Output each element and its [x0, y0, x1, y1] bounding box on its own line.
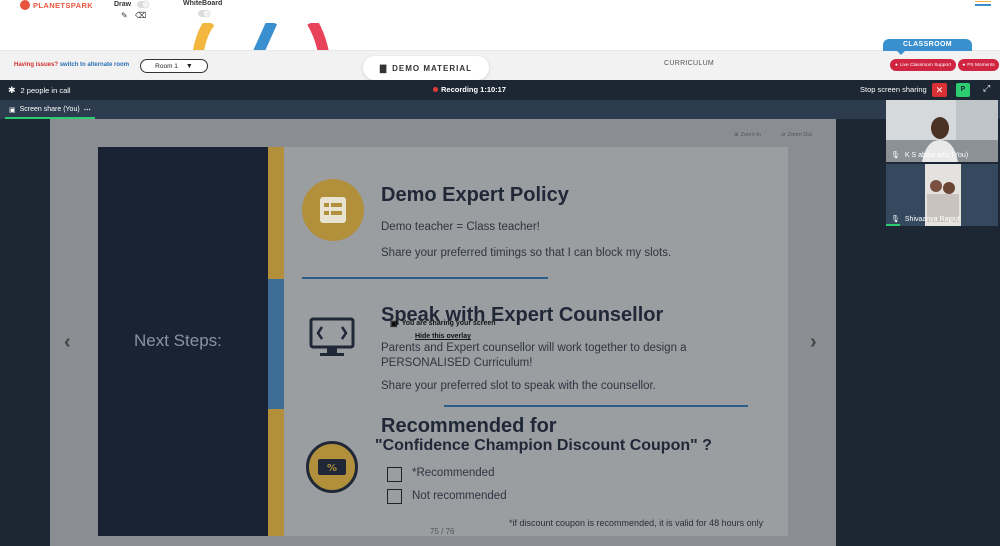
slide-left-panel: Next Steps: [98, 147, 268, 536]
planetspark-logo[interactable]: PLANETSPARK [20, 0, 93, 10]
draw-label: Draw [114, 1, 132, 8]
demo-material-label: DEMO MATERIAL [392, 63, 473, 73]
ps-moments-label: PS Moments [967, 62, 995, 68]
document-list-icon [302, 179, 364, 241]
screen-icon: ▣ [9, 106, 16, 114]
app-root: PLANETSPARK Draw ✎ ⌫ WhiteBoard Having i… [0, 0, 1000, 546]
live-support-button[interactable]: ● Live Classroom Support [890, 59, 956, 71]
recommended-option-label: *Recommended [412, 467, 495, 479]
draw-toggle[interactable] [137, 1, 149, 8]
session-bar: Having issues? switch to alternate room … [0, 39, 1000, 80]
hide-overlay-link[interactable]: Hide this overlay [415, 333, 471, 340]
stop-sharing-button[interactable]: Stop screen sharing [860, 85, 927, 94]
more-options-icon[interactable]: ⋯ [84, 106, 91, 114]
page-indicator: 75 / 76 [430, 527, 455, 536]
classroom-button[interactable]: CLASSROOM [883, 39, 972, 55]
recommended-checkbox[interactable] [387, 467, 402, 482]
live-support-label: Live Classroom Support [899, 62, 952, 68]
section1-divider [302, 277, 548, 279]
recording-indicator: Recording 1:10:17 [433, 85, 506, 94]
zoom-in-button[interactable]: ⊕ Zoom In [734, 132, 761, 138]
presentation-slide: Next Steps: Demo Expert Policy Demo teac… [98, 147, 788, 536]
not-recommended-option-label: Not recommended [412, 490, 507, 502]
slide-footnote: *if discount coupon is recommended, it i… [509, 518, 764, 528]
prev-slide-chevron-icon[interactable]: ‹ [64, 331, 71, 354]
top-header: PLANETSPARK Draw ✎ ⌫ WhiteBoard [0, 0, 1000, 23]
dropdown-triangle-icon: ▼ [185, 62, 193, 70]
speaking-indicator [886, 224, 900, 226]
gear-icon[interactable]: ✱ [8, 85, 16, 96]
eraser-icon[interactable]: ⌫ [135, 11, 146, 20]
next-slide-chevron-icon[interactable]: › [810, 331, 817, 354]
stripe-blue [268, 279, 284, 409]
screen-share-icon: ▣ [390, 319, 398, 328]
recording-label: Recording 1:10:17 [441, 85, 507, 94]
sharing-message-text: You are sharing your screen [401, 320, 496, 327]
section2-divider [444, 405, 748, 407]
shared-screen: ⊕ Zoom In ⊖ Zoom Out ‹ › Next Steps: Dem… [50, 119, 836, 546]
participant-name-self: 🎙 K S abdul aziz (You) [891, 151, 969, 160]
people-label: 2 people in call [20, 86, 71, 95]
menu-icon[interactable] [975, 1, 991, 8]
zoom-in-icon: ⊕ [734, 132, 739, 138]
microphone-icon: 🎙 [891, 216, 900, 223]
section1-title: Demo Expert Policy [381, 184, 569, 206]
camera-icon: ● [962, 62, 966, 68]
stripe-gold-top [268, 147, 284, 279]
people-count[interactable]: ✱ 2 people in call [8, 85, 71, 96]
sharing-message: ▣ You are sharing your screen [390, 319, 550, 328]
participant-name-other: 🎙 Shivaanya Rajput [891, 215, 960, 224]
whiteboard-toggle[interactable] [198, 10, 210, 17]
logo-mark-icon [20, 0, 30, 10]
section3-subtitle: "Confidence Champion Discount Coupon" ? [375, 437, 712, 454]
expand-icon[interactable]: ⤢ [983, 83, 990, 94]
section2-line1: Parents and Expert counsellor will work … [381, 342, 687, 354]
curriculum-tab[interactable]: CURRICULUM [664, 60, 714, 67]
zoom-out-button[interactable]: ⊖ Zoom Out [781, 132, 812, 138]
section2-line2: PERSONALISED Curriculum! [381, 357, 533, 369]
not-recommended-checkbox[interactable] [387, 489, 402, 504]
participant-name-other-text: Shivaanya Rajput [904, 215, 960, 223]
issues-label: Having issues? [14, 62, 59, 68]
zoom-out-label: Zoom Out [787, 132, 813, 138]
participant-name-self-text: K S abdul aziz (You) [904, 151, 969, 159]
section2-line3: Share your preferred slot to speak with … [381, 380, 656, 392]
whiteboard-label: WhiteBoard [183, 0, 223, 7]
stripe-gold-bottom [268, 409, 284, 536]
folder-icon: ▇ [379, 63, 388, 73]
room-select-value: Room 1 [155, 62, 178, 70]
section3-title: Recommended for [381, 415, 557, 437]
support-icon: ● [894, 62, 898, 68]
record-dot-icon [433, 87, 438, 92]
call-toolbar: ✱ 2 people in call Recording 1:10:17 Sto… [0, 80, 1000, 100]
microphone-icon: 🎙 [891, 152, 900, 159]
room-select[interactable]: Room 1 ▼ [140, 59, 208, 73]
participant-tile-self[interactable]: 🎙 K S abdul aziz (You) [886, 100, 998, 162]
computer-monitor-icon [308, 311, 358, 366]
having-issues-text: Having issues? switch to alternate room [14, 62, 129, 68]
alternate-room-link[interactable]: switch to alternate room [60, 62, 129, 68]
pencil-icon[interactable]: ✎ [121, 11, 128, 20]
zoom-out-icon: ⊖ [781, 132, 786, 138]
section1-line2: Share your preferred timings so that I c… [381, 247, 672, 259]
section1-line1: Demo teacher = Class teacher! [381, 221, 540, 233]
close-icon[interactable]: ✕ [932, 83, 947, 97]
video-call-frame: ✱ 2 people in call Recording 1:10:17 Sto… [0, 80, 1000, 546]
zoom-in-label: Zoom In [740, 132, 761, 138]
p-badge[interactable]: P [956, 83, 970, 97]
screen-share-tab-label: Screen share (You) [19, 106, 80, 113]
demo-material-button[interactable]: ▇ DEMO MATERIAL [363, 56, 489, 80]
share-tab-bar: ▣ Screen share (You) ⋯ [0, 100, 1000, 119]
slide-content: Demo Expert Policy Demo teacher = Class … [284, 147, 788, 536]
svg-text:%: % [327, 463, 337, 474]
ps-moments-button[interactable]: ● PS Moments [958, 59, 999, 71]
participant-tile-other[interactable]: 🎙 Shivaanya Rajput [886, 164, 998, 226]
sharing-overlay: ▣ You are sharing your screen Hide this … [390, 319, 550, 340]
screen-share-tab[interactable]: ▣ Screen share (You) ⋯ [5, 102, 95, 119]
next-steps-title: Next Steps: [134, 331, 222, 350]
logo-text: PLANETSPARK [33, 0, 94, 10]
coupon-icon: % [306, 441, 358, 493]
